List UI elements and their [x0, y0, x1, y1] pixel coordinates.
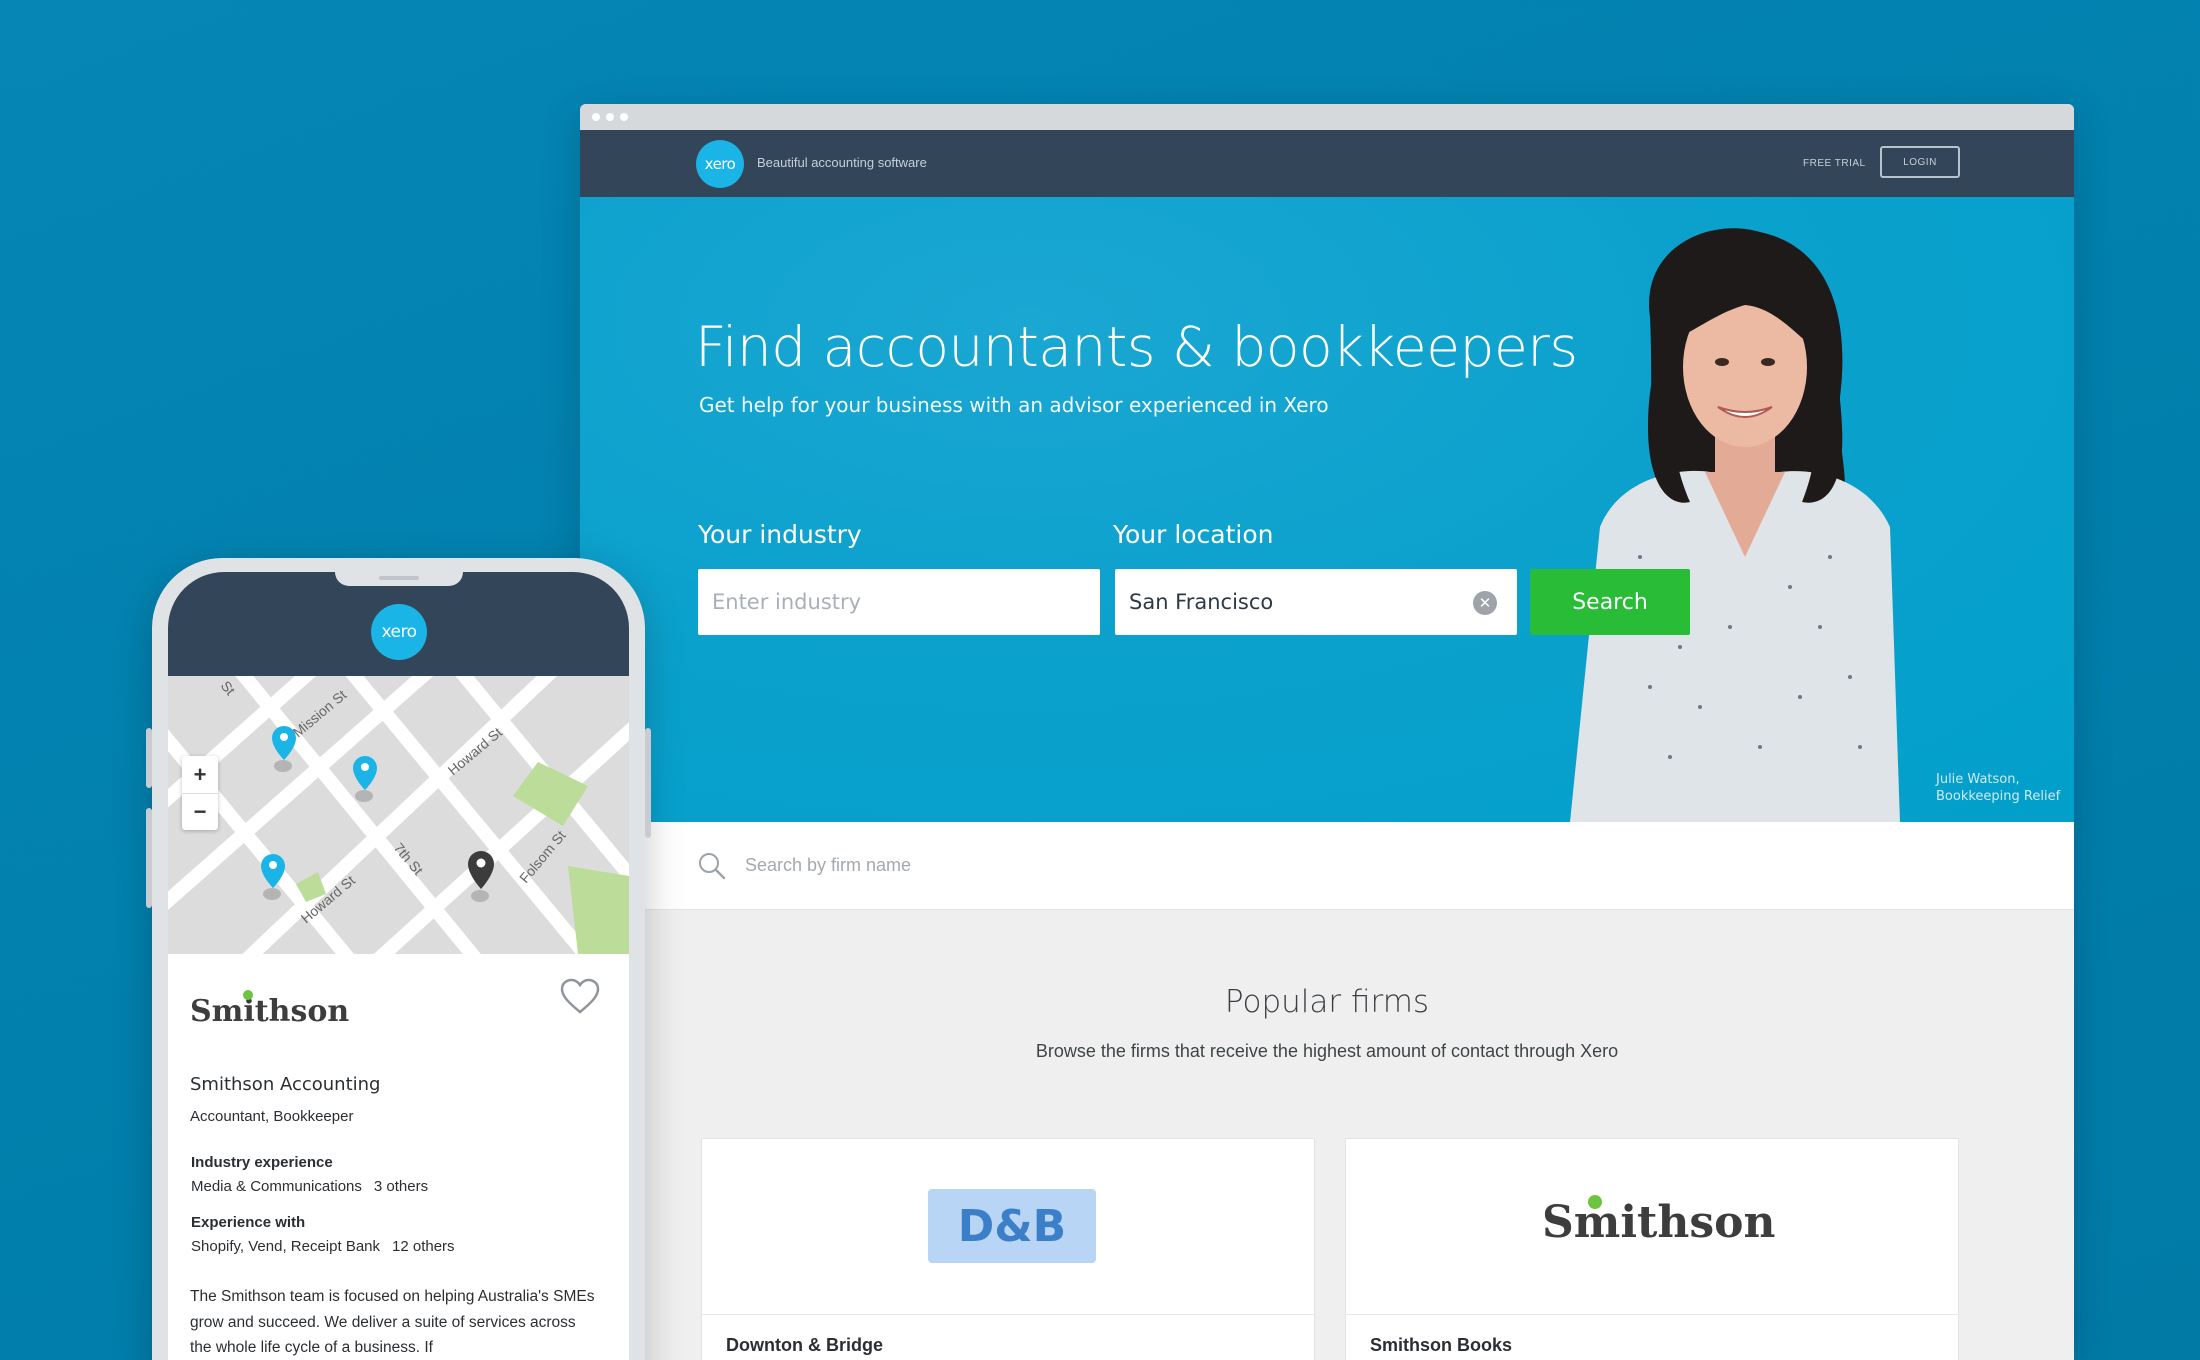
firm-name[interactable]: Smithson Books	[1370, 1335, 1512, 1356]
phone-button	[146, 728, 152, 788]
popular-firms-title: Popular firms	[1224, 984, 1430, 1020]
phone-button	[146, 808, 152, 908]
heart-icon[interactable]	[560, 978, 600, 1016]
experience-more-link[interactable]: 12 others	[392, 1238, 455, 1255]
firm-description: The Smithson team is focused on helping …	[190, 1288, 595, 1356]
experience-with-value: Shopify, Vend, Receipt Bank 12 others	[191, 1238, 455, 1255]
smithson-logo: Smithson	[1542, 1195, 1776, 1248]
window-dot	[620, 113, 628, 121]
location-label: Your location	[1113, 520, 1274, 549]
window-dot	[606, 113, 614, 121]
hero-subtitle: Get help for your business with an advis…	[699, 393, 1329, 417]
browser-window: xero Beautiful accounting software FREE …	[580, 104, 2074, 1360]
industry-experience-label: Industry experience	[191, 1154, 333, 1171]
firm-card[interactable]: Smithson Smithson Books	[1345, 1138, 1959, 1360]
photo-caption: Julie Watson, Bookkeeping Relief	[1936, 771, 2060, 805]
login-button[interactable]: LOGIN	[1880, 146, 1960, 178]
zoom-out-button[interactable]: −	[182, 793, 218, 830]
site-tagline: Beautiful accounting software	[757, 155, 927, 170]
window-dot	[592, 113, 600, 121]
firm-detail-type: Accountant, Bookkeeper	[190, 1108, 354, 1125]
phone-mockup: xero Mission St Howard St Howard St 7th …	[146, 558, 651, 1360]
site-header: xero Beautiful accounting software FREE …	[580, 130, 2074, 197]
caption-name: Julie Watson,	[1936, 772, 2020, 787]
phone-screen: xero Mission St Howard St Howard St 7th …	[168, 572, 629, 1360]
db-logo: D&B	[928, 1189, 1096, 1263]
firm-search-bar[interactable]: Search by firm name	[580, 822, 2074, 910]
hero-banner: Find accountants & bookkeepers Get help …	[580, 197, 2074, 822]
firm-card[interactable]: D&B Downton & Bridge	[701, 1138, 1315, 1360]
phone-speaker	[379, 576, 419, 580]
firm-logo-area: Smithson	[1346, 1139, 1958, 1315]
popular-firms-subtitle: Browse the firms that receive the highes…	[1035, 1041, 1619, 1061]
caption-company: Bookkeeping Relief	[1936, 789, 2061, 804]
browser-chrome	[580, 104, 2074, 130]
location-input[interactable]: San Francisco ✕	[1115, 569, 1517, 635]
free-trial-link[interactable]: FREE TRIAL	[1803, 158, 1866, 169]
location-value: San Francisco	[1129, 590, 1274, 614]
advisor-photo	[1570, 228, 1900, 822]
street-map[interactable]: Mission St Howard St Howard St 7th St Fo…	[168, 630, 629, 1011]
firm-detail-name: Smithson Accounting	[190, 1074, 381, 1095]
mobile-header: xero	[168, 572, 629, 676]
zoom-in-button[interactable]: +	[182, 756, 218, 793]
map[interactable]: Mission St Howard St Howard St 7th St Fo…	[168, 630, 629, 1011]
map-zoom-control: + −	[182, 756, 218, 830]
industry-experience-value: Media & Communications 3 others	[191, 1178, 429, 1195]
industry-more-link[interactable]: 3 others	[374, 1178, 428, 1195]
firm-name[interactable]: Downton & Bridge	[726, 1335, 883, 1356]
xero-logo[interactable]: xero	[696, 140, 744, 188]
experience-with-label: Experience with	[191, 1214, 306, 1231]
firm-search-input[interactable]: Search by firm name	[745, 855, 911, 876]
clear-icon[interactable]: ✕	[1473, 591, 1497, 615]
search-button[interactable]: Search	[1530, 569, 1690, 635]
phone-button	[645, 728, 651, 838]
industry-input[interactable]: Enter industry	[698, 569, 1100, 635]
hero-title: Find accountants & bookkeepers	[695, 315, 1578, 379]
smithson-logo: Smithson	[190, 990, 349, 1029]
industry-label: Your industry	[698, 520, 862, 549]
search-icon	[699, 853, 726, 880]
xero-logo[interactable]: xero	[371, 604, 427, 660]
firm-logo-area: D&B	[702, 1139, 1314, 1315]
